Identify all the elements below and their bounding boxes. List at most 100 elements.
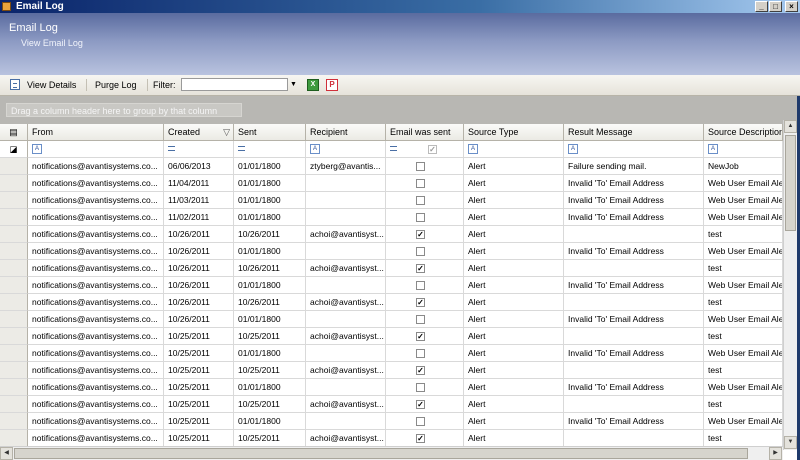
cell-sent[interactable]: 01/01/1800 [234,413,306,430]
cell-result-message[interactable]: Invalid 'To' Email Address [564,243,704,260]
cell-created[interactable]: 11/02/2011 [164,209,234,226]
cell-result-message[interactable]: Invalid 'To' Email Address [564,345,704,362]
table-row[interactable]: notifications@avantisystems.co... 10/25/2… [0,345,783,362]
cell-from[interactable]: notifications@avantisystems.co... [28,413,164,430]
filter-cell-source-type[interactable]: A [464,141,564,158]
email-sent-checkbox[interactable]: ✓ [416,264,425,273]
email-sent-checkbox[interactable] [416,213,425,222]
maximize-button[interactable]: □ [769,1,782,12]
cell-result-message[interactable]: Invalid 'To' Email Address [564,413,704,430]
row-selector[interactable] [0,277,28,294]
cell-result-message[interactable] [564,362,704,379]
column-header-created[interactable]: Created ▽ [164,124,234,141]
cell-source-type[interactable]: Alert [464,311,564,328]
vertical-scroll-thumb[interactable] [785,135,796,231]
cell-sent[interactable]: 10/26/2011 [234,226,306,243]
email-sent-checkbox[interactable]: ✓ [416,434,425,443]
cell-sent[interactable]: 01/01/1800 [234,345,306,362]
cell-recipient[interactable] [306,277,386,294]
cell-created[interactable]: 10/25/2011 [164,379,234,396]
email-sent-checkbox[interactable] [416,179,425,188]
email-sent-checkbox[interactable]: ✓ [416,400,425,409]
scroll-up-icon[interactable]: ▲ [784,120,797,133]
email-sent-checkbox[interactable] [416,196,425,205]
column-header-sent[interactable]: Sent [234,124,306,141]
email-sent-checkbox[interactable] [416,162,425,171]
row-selector[interactable] [0,311,28,328]
cell-recipient[interactable]: achoi@avantisyst... [306,294,386,311]
cell-recipient[interactable] [306,243,386,260]
table-row[interactable]: notifications@avantisystems.co... 11/02/2… [0,209,783,226]
cell-email-sent[interactable] [386,345,464,362]
cell-source-description[interactable]: Web User Email Ale [704,311,783,328]
cell-sent[interactable]: 10/25/2011 [234,328,306,345]
cell-result-message[interactable]: Invalid 'To' Email Address [564,311,704,328]
cell-source-description[interactable]: Web User Email Ale [704,175,783,192]
cell-email-sent[interactable] [386,158,464,175]
email-sent-checkbox[interactable] [416,315,425,324]
filter-cell-source-description[interactable]: A [704,141,783,158]
cell-sent[interactable]: 01/01/1800 [234,277,306,294]
text-filter-icon[interactable]: A [708,143,718,154]
cell-result-message[interactable] [564,294,704,311]
cell-recipient[interactable] [306,209,386,226]
cell-recipient[interactable]: achoi@avantisyst... [306,396,386,413]
cell-source-type[interactable]: Alert [464,209,564,226]
equals-filter-icon[interactable] [168,146,175,152]
cell-source-description[interactable]: Web User Email Ale [704,192,783,209]
filter-dropdown[interactable] [181,78,288,91]
email-sent-checkbox[interactable] [416,349,425,358]
text-filter-icon[interactable]: A [568,143,578,154]
cell-source-description[interactable]: Web User Email Ale [704,209,783,226]
cell-source-type[interactable]: Alert [464,192,564,209]
cell-recipient[interactable] [306,175,386,192]
cell-result-message[interactable]: Invalid 'To' Email Address [564,277,704,294]
cell-recipient[interactable] [306,345,386,362]
cell-source-type[interactable]: Alert [464,362,564,379]
cell-sent[interactable]: 01/01/1800 [234,311,306,328]
excel-export-icon[interactable]: X [307,79,319,91]
cell-from[interactable]: notifications@avantisystems.co... [28,260,164,277]
cell-sent[interactable]: 10/25/2011 [234,362,306,379]
cell-sent[interactable]: 10/26/2011 [234,294,306,311]
window-titlebar[interactable]: Email Log _ □ × [0,0,800,13]
cell-source-description[interactable]: Web User Email Ale [704,243,783,260]
row-selector[interactable] [0,396,28,413]
cell-created[interactable]: 10/25/2011 [164,396,234,413]
email-sent-checkbox[interactable] [416,417,425,426]
cell-sent[interactable]: 01/01/1800 [234,192,306,209]
cell-result-message[interactable] [564,328,704,345]
cell-email-sent[interactable] [386,209,464,226]
cell-sent[interactable]: 01/01/1800 [234,243,306,260]
cell-email-sent[interactable] [386,413,464,430]
cell-source-description[interactable]: Web User Email Ale [704,379,783,396]
cell-from[interactable]: notifications@avantisystems.co... [28,209,164,226]
email-sent-checkbox[interactable]: ✓ [416,366,425,375]
cell-email-sent[interactable]: ✓ [386,294,464,311]
table-row[interactable]: notifications@avantisystems.co... 11/04/2… [0,175,783,192]
cell-from[interactable]: notifications@avantisystems.co... [28,158,164,175]
cell-source-description[interactable]: Web User Email Ale [704,345,783,362]
pdf-export-icon[interactable]: P [326,79,338,91]
cell-from[interactable]: notifications@avantisystems.co... [28,294,164,311]
cell-from[interactable]: notifications@avantisystems.co... [28,277,164,294]
close-button[interactable]: × [785,1,798,12]
cell-from[interactable]: notifications@avantisystems.co... [28,243,164,260]
row-selector[interactable] [0,379,28,396]
cell-source-description[interactable]: NewJob [704,158,783,175]
cell-recipient[interactable] [306,413,386,430]
cell-source-type[interactable]: Alert [464,396,564,413]
column-header-result-message[interactable]: Result Message [564,124,704,141]
table-row[interactable]: notifications@avantisystems.co... 10/26/2… [0,294,783,311]
cell-recipient[interactable]: ztyberg@avantis... [306,158,386,175]
cell-created[interactable]: 10/25/2011 [164,328,234,345]
cell-from[interactable]: notifications@avantisystems.co... [28,430,164,447]
cell-source-description[interactable]: test [704,294,783,311]
cell-created[interactable]: 10/25/2011 [164,362,234,379]
row-selector[interactable] [0,362,28,379]
cell-source-type[interactable]: Alert [464,243,564,260]
row-selector[interactable] [0,345,28,362]
table-row[interactable]: notifications@avantisystems.co... 10/26/2… [0,226,783,243]
cell-source-description[interactable]: Web User Email Ale [704,277,783,294]
table-row[interactable]: notifications@avantisystems.co... 10/26/2… [0,260,783,277]
